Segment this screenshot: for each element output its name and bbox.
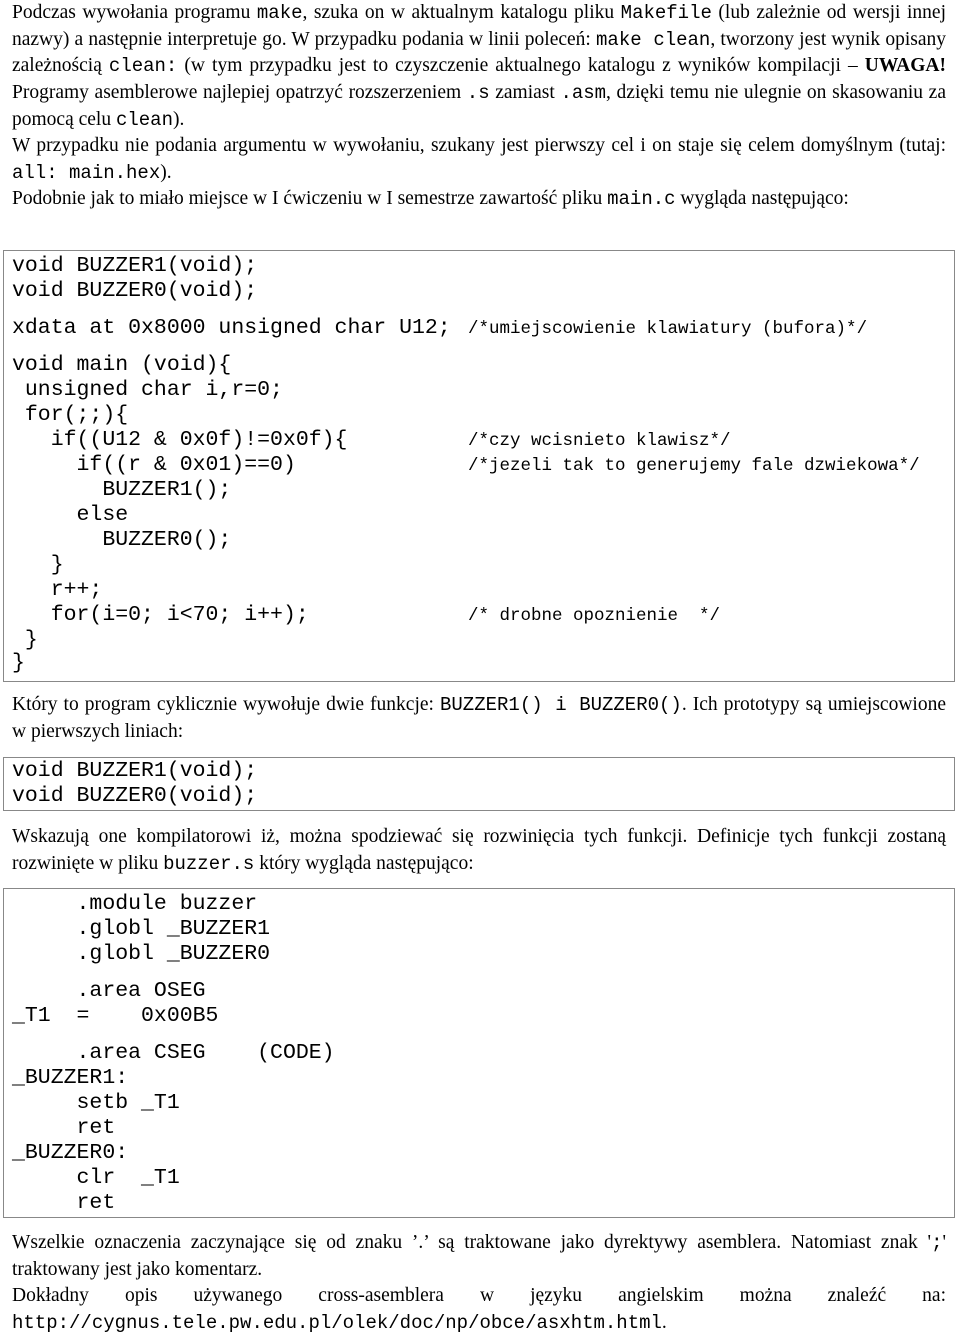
code-line: if((r & 0x01)==0) (12, 453, 296, 477)
inline-code: Makefile (620, 2, 712, 24)
code-comment: /* drobne opoznienie */ (468, 606, 721, 626)
text: . (661, 1311, 667, 1333)
code-comment: /*czy wcisnieto klawisz*/ (468, 431, 731, 451)
code-block-prototypes: void BUZZER1(void); void BUZZER0(void); (3, 757, 955, 811)
code-line: _T1 = 0x00B5 (12, 1004, 219, 1028)
code-line: for(i=0; i<70; i++); (12, 603, 309, 627)
code-line: } (12, 553, 64, 577)
code-comment: /*umiejscowienie klawiatury (bufora)*/ (468, 319, 868, 339)
text: (w tym przypadku jest to czyszczenie akt… (177, 55, 865, 77)
text: Podobnie jak to miało miejsce w I ćwicze… (12, 188, 608, 209)
inline-code: .asm (560, 82, 607, 105)
paragraph-reference: Dokładny opis używanego cross-asemblera … (12, 1283, 946, 1336)
code-line: .area OSEG (12, 979, 206, 1003)
paragraph-main-c-intro: Podobnie jak to miało miejsce w I ćwicze… (12, 186, 946, 213)
text: zamiast (489, 82, 561, 104)
code-comment: /*jezeli tak to generujemy fale dzwiekow… (468, 456, 920, 476)
code-line: void BUZZER1(void); (12, 759, 258, 783)
code-line: void main (void){ (12, 353, 232, 377)
text: Który to program cyklicznie wywołuje dwi… (12, 694, 440, 715)
text: , szuka on w aktualnym katalogu pliku (302, 2, 621, 23)
code-line: xdata at 0x8000 unsigned char U12; (12, 316, 451, 340)
paragraph-functions: Który to program cyklicznie wywołuje dwi… (12, 692, 946, 745)
paragraph-intro: Podczas wywołania programu make, szuka o… (12, 0, 946, 134)
inline-code: all: main.hex (12, 161, 161, 184)
code-line: r++; (12, 578, 103, 602)
inline-code: make clean (596, 28, 711, 51)
inline-code: clean (115, 108, 173, 131)
code-line: BUZZER1(); (12, 478, 232, 502)
inline-code: clean: (108, 55, 178, 78)
code-line: unsigned char i,r=0; (12, 378, 283, 402)
code-line: .module buzzer (12, 892, 258, 916)
code-line: ret (12, 1191, 116, 1215)
code-line: _BUZZER1: (12, 1066, 129, 1090)
text: W przypadku nie podania argumentu w wywo… (12, 135, 946, 156)
text: Wskazują one kompilatorowi iż, można spo… (12, 826, 946, 874)
text: ). (160, 161, 172, 183)
code-line: ret (12, 1116, 116, 1140)
paragraph-definitions: Wskazują one kompilatorowi iż, można spo… (12, 824, 946, 877)
text: wygląda następująco: (675, 188, 849, 209)
paragraph-default-target: W przypadku nie podania argumentu w wywo… (12, 133, 946, 186)
paragraph-directives: Wszelkie oznaczenia zaczynające się od z… (12, 1230, 946, 1283)
inline-code: .s (466, 82, 490, 105)
code-line: else (12, 503, 129, 527)
code-line: .area CSEG (CODE) (12, 1041, 335, 1065)
code-line: for(;;){ (12, 403, 129, 427)
inline-code: ; (931, 1232, 943, 1254)
text: który wygląda następująco: (254, 852, 474, 874)
code-line: } (12, 628, 38, 652)
code-line: void BUZZER1(void); (12, 254, 258, 278)
code-line: .globl _BUZZER0 (12, 942, 271, 966)
inline-code: BUZZER1() i BUZZER0() (440, 694, 682, 716)
text: ). (172, 108, 185, 130)
code-line: } (12, 651, 25, 675)
code-line: .globl _BUZZER1 (12, 917, 271, 941)
url-link[interactable]: http://cygnus.tele.pw.edu.pl/olek/doc/np… (12, 1312, 662, 1334)
inline-code: buzzer.s (163, 852, 255, 875)
text: Wszelkie oznaczenia zaczynające się od z… (12, 1232, 932, 1253)
text: Dokładny opis używanego cross-asemblera … (12, 1285, 946, 1306)
code-line: void BUZZER0(void); (12, 784, 258, 808)
code-line: _BUZZER0: (12, 1141, 129, 1165)
inline-code: main.c (607, 188, 676, 210)
code-line: setb _T1 (12, 1091, 180, 1115)
code-block-main-c: void BUZZER1(void); void BUZZER0(void); xd… (3, 250, 955, 682)
text: UWAGA! (864, 55, 946, 77)
text: Programy asemblerowe najlepiej opatrzyć … (12, 82, 467, 104)
text: Podczas wywołania programu (12, 2, 257, 23)
code-line: if((U12 & 0x0f)!=0x0f){ (12, 428, 348, 452)
code-line: void BUZZER0(void); (12, 279, 258, 303)
inline-code: make (256, 2, 303, 24)
code-line: clr _T1 (12, 1166, 180, 1190)
code-block-buzzer-s: .module buzzer .globl _BUZZER1 .globl _B… (3, 888, 955, 1218)
code-line: BUZZER0(); (12, 528, 232, 552)
